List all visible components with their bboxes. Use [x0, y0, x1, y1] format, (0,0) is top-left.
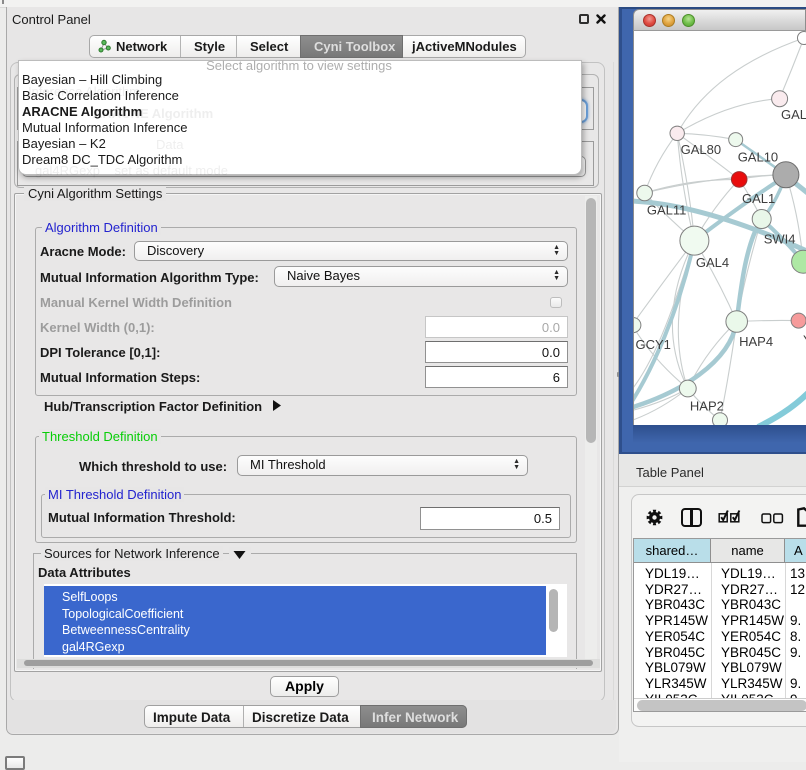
svg-text:GCY1: GCY1: [636, 337, 671, 352]
svg-text:GAL1: GAL1: [742, 191, 775, 206]
svg-text:GAL10: GAL10: [738, 150, 778, 165]
svg-text:HAP4: HAP4: [739, 334, 773, 349]
svg-text:GAL80: GAL80: [681, 142, 721, 157]
svg-text:GAL11: GAL11: [647, 203, 687, 218]
svg-text:GAL7: GAL7: [781, 107, 806, 122]
svg-text:GAL4: GAL4: [696, 255, 729, 270]
svg-text:SWI4: SWI4: [764, 232, 796, 247]
svg-text:HAP2: HAP2: [690, 399, 724, 414]
